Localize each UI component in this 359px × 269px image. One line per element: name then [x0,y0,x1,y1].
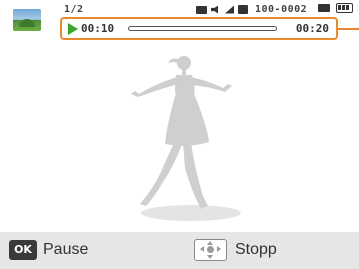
file-number: 100-0002 [255,4,308,15]
signal-icon [225,5,234,14]
dancer-image [105,48,255,228]
ground-shadow [141,205,241,221]
movie-icon [196,5,207,14]
playback-progress-row: 00:10 00:20 [60,17,338,40]
dpad-icon[interactable] [194,239,227,261]
ok-button[interactable]: OK [9,240,37,260]
battery-icon [336,3,353,13]
callout-line [338,28,359,30]
bottom-button-bar: OK Pause Stopp [0,232,359,269]
dpad-right-arrow [217,246,221,252]
stop-label: Stopp [235,241,277,258]
dpad-down-arrow [207,255,213,259]
progress-track[interactable] [128,26,277,31]
status-icons [196,4,248,15]
current-time: 00:10 [81,22,115,35]
camera-playback-screen: 1/2 100-0002 00:10 00:20 OK Pause Stopp [0,0,359,269]
pause-label: Pause [43,241,89,258]
dpad-left-arrow [200,246,204,252]
file-counter: 1/2 [64,4,84,15]
dpad-up-arrow [207,241,213,245]
top-status-bar: 1/2 100-0002 00:10 00:20 [0,0,359,44]
sound-icon [211,5,218,14]
total-time: 00:20 [295,22,329,35]
video-thumbnail-icon [13,9,41,31]
play-icon [68,23,78,35]
memory-card-icon [238,5,248,14]
dpad-center-dot [207,246,214,253]
internal-memory-icon [318,4,330,12]
dancer-silhouette [131,56,232,209]
